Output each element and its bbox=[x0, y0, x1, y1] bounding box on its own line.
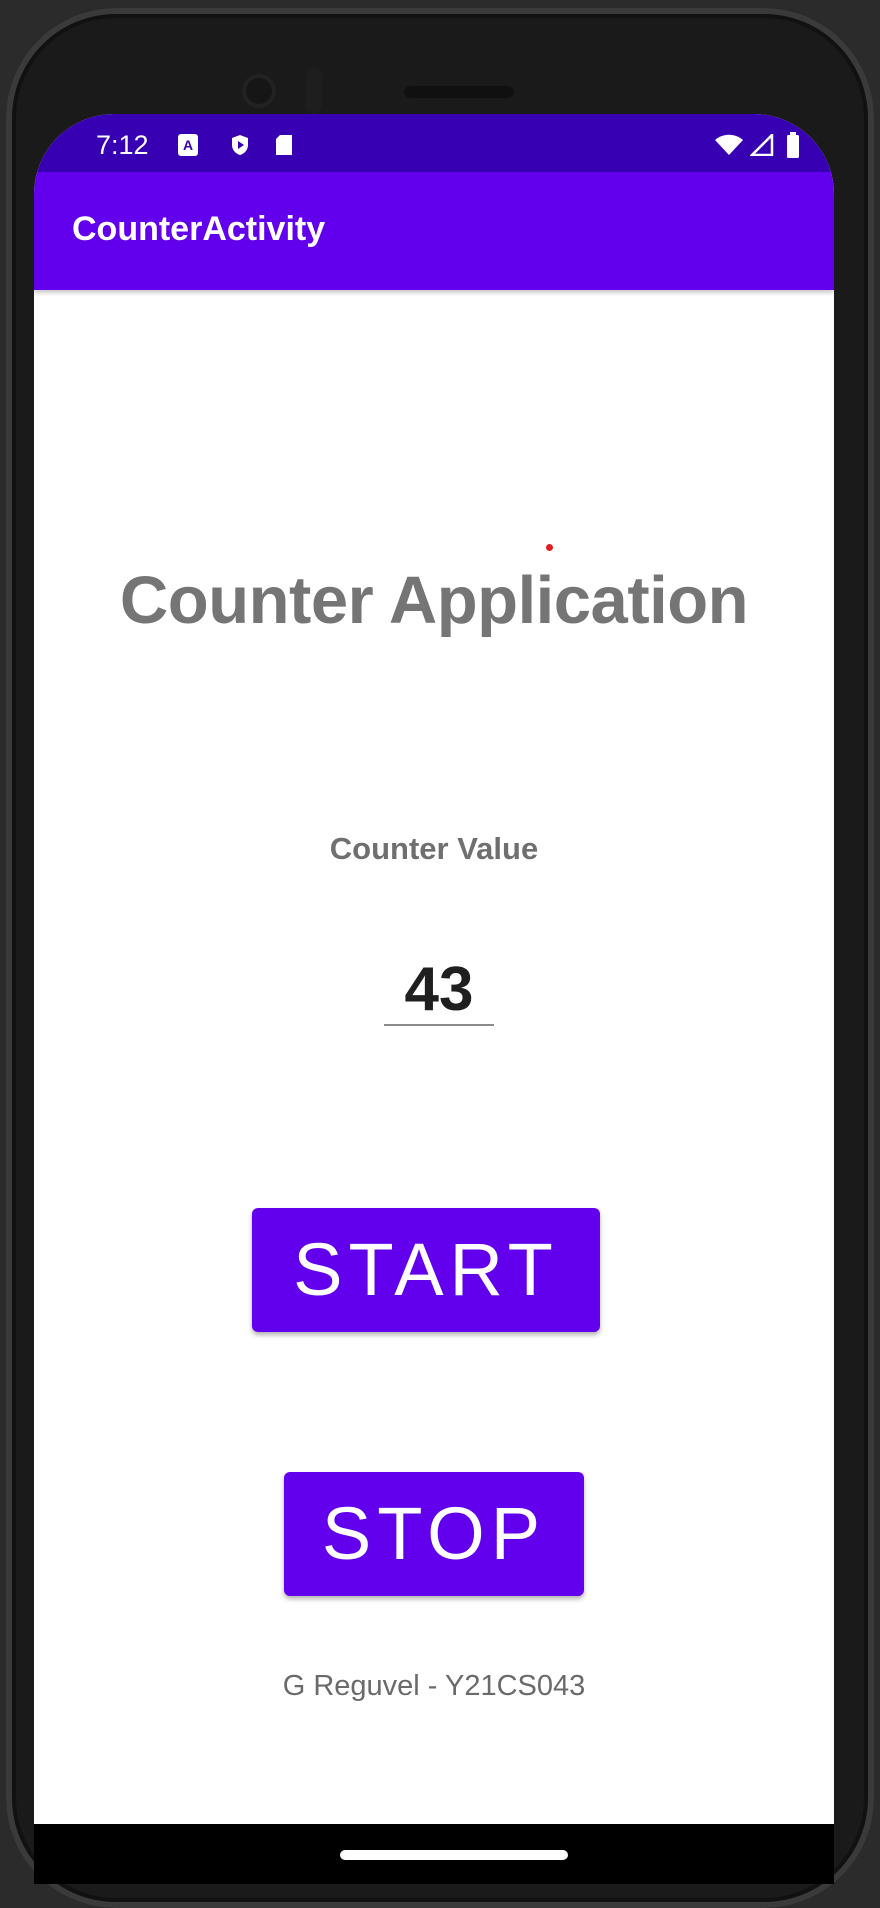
signal-icon bbox=[748, 131, 774, 157]
start-button[interactable]: START bbox=[252, 1208, 600, 1332]
author-footer: G Reguvel - Y21CS043 bbox=[282, 1670, 586, 1702]
proximity-sensor bbox=[306, 68, 322, 114]
sd-card-icon bbox=[274, 134, 294, 156]
counter-label: Counter Value bbox=[329, 831, 539, 866]
status-time: 7:12 bbox=[96, 130, 149, 160]
app-bar: CounterActivity bbox=[34, 172, 834, 290]
a-notification-icon: A bbox=[178, 134, 198, 156]
wifi-icon bbox=[714, 134, 744, 156]
shield-icon bbox=[230, 134, 250, 156]
app-title: CounterActivity bbox=[72, 210, 326, 248]
status-bar: 7:12 A bbox=[34, 114, 834, 172]
front-camera bbox=[242, 74, 276, 108]
touch-indicator-dot bbox=[546, 544, 553, 551]
stop-button[interactable]: STOP bbox=[284, 1472, 584, 1596]
app-screen: 7:12 A CounterActivity Counter Applicati… bbox=[34, 114, 834, 1824]
page-heading: Counter Application bbox=[119, 563, 749, 638]
battery-icon bbox=[786, 132, 800, 158]
earpiece-speaker bbox=[404, 86, 514, 98]
counter-value-field[interactable] bbox=[384, 954, 494, 1026]
home-gesture-handle[interactable] bbox=[340, 1850, 568, 1860]
navigation-bar bbox=[34, 1824, 834, 1884]
